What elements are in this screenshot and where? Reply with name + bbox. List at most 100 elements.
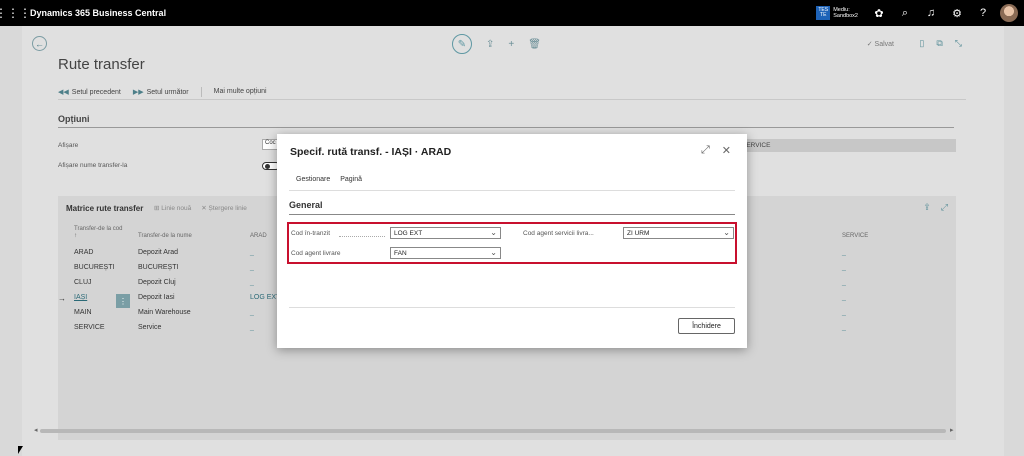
matrix-expand-icon[interactable]: ⤢ bbox=[941, 202, 948, 213]
row-arad-cell[interactable]: LOG EXT bbox=[250, 294, 280, 301]
close-icon[interactable]: ✕ bbox=[722, 144, 731, 157]
dialog-tabs: Gestionare Pagină bbox=[296, 176, 362, 183]
settings-gear-icon[interactable]: ⚙ bbox=[944, 0, 970, 26]
row-arad-cell[interactable]: _ bbox=[250, 249, 254, 256]
action-separator bbox=[200, 86, 202, 97]
next-set-label: Setul următor bbox=[146, 88, 189, 96]
environment-name: Sandbox2 bbox=[833, 13, 858, 19]
cod-agent-livrare-select[interactable]: FAN ⌄ bbox=[390, 247, 501, 259]
current-row-arrow-icon: → bbox=[58, 294, 66, 303]
previous-set-label: Setul precedent bbox=[71, 88, 121, 96]
right-option-field[interactable]: SERVICE bbox=[738, 139, 956, 152]
section-divider bbox=[58, 127, 954, 128]
row-name: Service bbox=[138, 324, 162, 331]
bookmark-icon[interactable]: ▯ bbox=[919, 38, 924, 49]
mouse-cursor-icon bbox=[18, 446, 23, 454]
header-transfer-from-name[interactable]: Transfer-de la nume bbox=[138, 233, 192, 240]
row-service-cell[interactable]: _ bbox=[842, 279, 846, 286]
more-options-button[interactable]: Mai multe opțiuni bbox=[214, 88, 267, 95]
row-arad-cell[interactable]: _ bbox=[250, 309, 254, 316]
row-service-cell[interactable]: _ bbox=[842, 309, 846, 316]
new-plus-icon[interactable]: + bbox=[508, 39, 514, 50]
open-new-window-icon[interactable]: ⧉ bbox=[936, 38, 942, 49]
matrix-right-icons: ⇪ ⤢ bbox=[923, 202, 948, 213]
row-code[interactable]: IAȘI bbox=[74, 294, 87, 301]
page-action-icons: ✎ ⇪ + 🗑 bbox=[452, 34, 541, 54]
general-section-divider bbox=[289, 214, 735, 215]
app-launcher-icon[interactable]: ⋮⋮⋮ bbox=[0, 0, 31, 26]
previous-icon: ◀◀ bbox=[58, 88, 69, 96]
tab-divider bbox=[289, 190, 735, 191]
matrix-share-icon[interactable]: ⇪ bbox=[923, 202, 931, 213]
horizontal-scrollbar[interactable] bbox=[40, 429, 946, 433]
close-button[interactable]: Închidere bbox=[678, 318, 735, 334]
delete-line-button[interactable]: ✕ Ștergere linie bbox=[201, 204, 247, 212]
help-icon[interactable]: ? bbox=[970, 0, 996, 26]
delete-trash-icon[interactable]: 🗑 bbox=[528, 39, 541, 50]
afisare-nume-label: Afișare nume transfer-la bbox=[58, 162, 128, 169]
transfer-route-spec-dialog: Specif. rută transf. - IAȘI · ARAD ⤢ ✕ G… bbox=[277, 134, 747, 348]
cod-agent-livrare-value: FAN bbox=[394, 250, 407, 257]
expand-icon[interactable]: ⤢ bbox=[701, 144, 710, 157]
top-bar: ⋮⋮⋮ Dynamics 365 Business Central TES TE… bbox=[0, 0, 1024, 26]
chevron-down-icon: ⌄ bbox=[723, 228, 730, 237]
page-title: Rute transfer bbox=[58, 56, 145, 73]
new-line-button[interactable]: ⊞ Linie nouă bbox=[154, 204, 191, 212]
next-icon: ▶▶ bbox=[132, 88, 144, 96]
delete-line-icon: ✕ bbox=[201, 205, 209, 212]
search-icon[interactable]: ⌕ bbox=[892, 0, 918, 26]
cod-in-tranzit-select[interactable]: LOG EXT ⌄ bbox=[390, 227, 501, 239]
previous-set-button[interactable]: ◀◀ Setul precedent bbox=[58, 88, 121, 96]
cod-agent-servicii-label: Cod agent servicii livra... bbox=[523, 230, 594, 237]
copilot-icon[interactable]: ✿ bbox=[866, 0, 892, 26]
row-code: BUCUREȘTI bbox=[74, 264, 115, 271]
saved-status: ✓ Salvat bbox=[866, 41, 894, 48]
cod-in-tranzit-label: Cod în-tranzit bbox=[291, 230, 331, 237]
row-code: CLUJ bbox=[74, 279, 92, 286]
row-service-cell[interactable]: _ bbox=[842, 324, 846, 331]
cod-in-tranzit-value: LOG EXT bbox=[394, 230, 423, 237]
header-arad[interactable]: ARAD bbox=[250, 233, 267, 240]
topbar-right: TES TE Mediu: Sandbox2 ✿ ⌕ ♫ ⚙ ? bbox=[816, 0, 1024, 26]
collapse-icon[interactable]: ⤡ bbox=[955, 38, 962, 49]
footer-divider bbox=[289, 307, 735, 308]
general-section-title[interactable]: General bbox=[289, 200, 323, 210]
chevron-down-icon: ⌄ bbox=[490, 228, 497, 237]
environment-text: Mediu: Sandbox2 bbox=[833, 7, 858, 19]
scroll-left-icon[interactable]: ◂ bbox=[34, 426, 38, 434]
environment-badge: TES TE bbox=[816, 6, 831, 20]
delete-line-label: Ștergere linie bbox=[208, 205, 247, 212]
row-arad-cell[interactable]: _ bbox=[250, 279, 254, 286]
chevron-down-icon: ⌄ bbox=[490, 248, 497, 257]
cod-agent-servicii-value: ZI URM bbox=[627, 230, 650, 237]
header-service[interactable]: SERVICE bbox=[842, 233, 868, 240]
edit-pencil-icon[interactable]: ✎ bbox=[452, 34, 472, 54]
dialog-title: Specif. rută transf. - IAȘI · ARAD bbox=[290, 146, 452, 158]
share-icon[interactable]: ⇪ bbox=[486, 39, 494, 50]
dialog-controls: ⤢ ✕ bbox=[701, 144, 731, 157]
tab-pagina[interactable]: Pagină bbox=[340, 176, 362, 183]
row-code: ARAD bbox=[74, 249, 94, 256]
dotted-leader bbox=[339, 236, 385, 237]
row-name: Depozit Cluj bbox=[138, 279, 176, 286]
matrix-title: Matrice rute transfer bbox=[66, 204, 144, 213]
notifications-icon[interactable]: ♫ bbox=[918, 0, 944, 26]
afisare-label: Afișare bbox=[58, 142, 79, 149]
options-section-title[interactable]: Opțiuni bbox=[58, 114, 90, 124]
header-transfer-from-code[interactable]: Transfer-de la cod ↑ bbox=[74, 226, 124, 240]
back-arrow-icon[interactable]: ← bbox=[32, 36, 47, 51]
user-avatar[interactable] bbox=[1000, 4, 1018, 22]
row-service-cell[interactable]: _ bbox=[842, 249, 846, 256]
scroll-right-icon[interactable]: ▸ bbox=[950, 426, 954, 434]
row-service-cell[interactable]: _ bbox=[842, 294, 846, 301]
row-arad-cell[interactable]: _ bbox=[250, 264, 254, 271]
row-arad-cell[interactable]: _ bbox=[250, 324, 254, 331]
tab-gestionare[interactable]: Gestionare bbox=[296, 176, 330, 183]
matrix-tools: ⊞ Linie nouă ✕ Ștergere linie bbox=[154, 204, 247, 212]
next-set-button[interactable]: ▶▶ Setul următor bbox=[133, 88, 189, 96]
app-title[interactable]: Dynamics 365 Business Central bbox=[30, 8, 166, 18]
row-code: SERVICE bbox=[74, 324, 105, 331]
row-service-cell[interactable]: _ bbox=[842, 264, 846, 271]
cod-agent-livrare-label: Cod agent livrare bbox=[291, 250, 341, 257]
cod-agent-servicii-select[interactable]: ZI URM ⌄ bbox=[623, 227, 734, 239]
